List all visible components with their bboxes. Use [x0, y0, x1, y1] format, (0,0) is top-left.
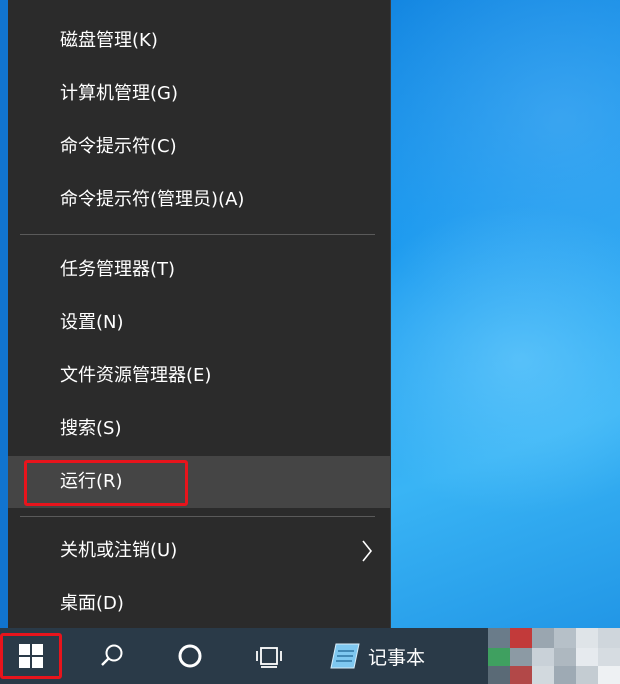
- menu-separator: [20, 234, 375, 235]
- menu-item-disk-management[interactable]: 磁盘管理(K): [8, 15, 390, 67]
- cortana-circle-icon: [178, 644, 202, 668]
- menu-item-computer-management[interactable]: 计算机管理(G): [8, 68, 390, 120]
- pixelated-region: [488, 628, 620, 684]
- task-view-icon: [256, 647, 282, 668]
- chevron-right-icon: [362, 540, 373, 562]
- menu-item-desktop[interactable]: 桌面(D): [8, 578, 390, 630]
- menu-item-search[interactable]: 搜索(S): [8, 403, 390, 455]
- menu-separator: [20, 516, 375, 517]
- menu-item-command-prompt-admin[interactable]: 命令提示符(管理员)(A): [8, 174, 390, 226]
- menu-item-shutdown-label: 关机或注销(U): [60, 540, 178, 561]
- search-button[interactable]: [88, 628, 136, 684]
- notepad-taskbar-button[interactable]: 记事本: [330, 628, 440, 684]
- notepad-icon: [330, 643, 360, 669]
- menu-item-settings[interactable]: 设置(N): [8, 297, 390, 349]
- desktop-edge: [0, 0, 8, 640]
- search-icon: [101, 644, 123, 666]
- start-highlight-box: [0, 633, 62, 679]
- menu-item-shutdown-signout[interactable]: 关机或注销(U): [8, 525, 390, 577]
- run-highlight-box: [24, 460, 188, 506]
- notepad-label: 记事本: [368, 646, 426, 669]
- menu-item-task-manager[interactable]: 任务管理器(T): [8, 244, 390, 296]
- menu-item-file-explorer[interactable]: 文件资源管理器(E): [8, 350, 390, 402]
- task-view-button[interactable]: [246, 628, 294, 684]
- menu-item-command-prompt[interactable]: 命令提示符(C): [8, 121, 390, 173]
- power-user-menu: 磁盘管理(K) 计算机管理(G) 命令提示符(C) 命令提示符(管理员)(A) …: [8, 0, 391, 640]
- cortana-button[interactable]: [166, 628, 214, 684]
